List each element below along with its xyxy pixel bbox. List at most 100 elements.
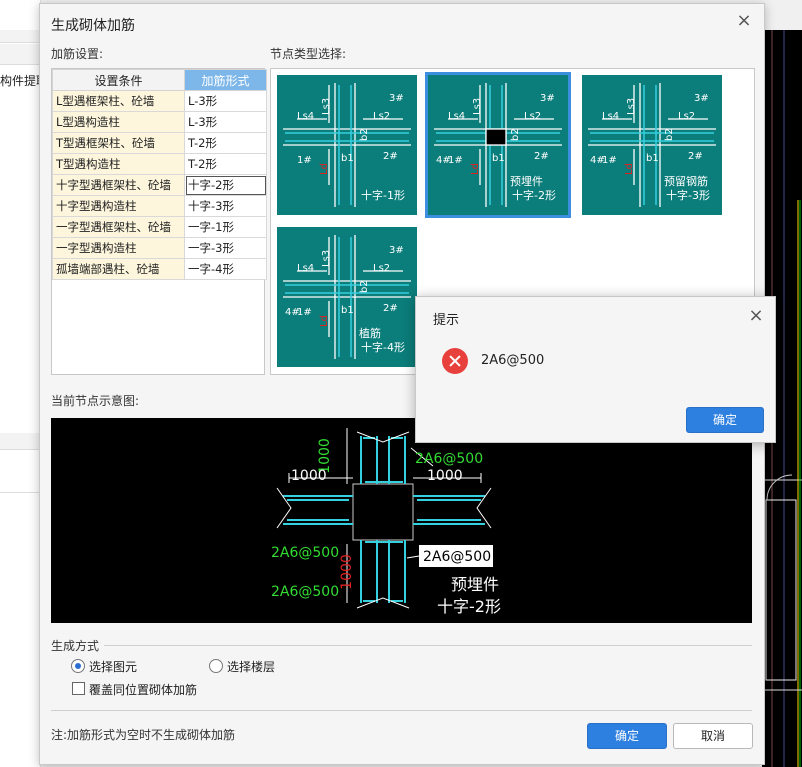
- reinforcement-settings-label: 加筋设置:: [51, 47, 104, 61]
- cancel-button[interactable]: 取消: [673, 723, 753, 749]
- ok-button[interactable]: 确定: [587, 723, 667, 749]
- node-type-label: 节点类型选择:: [270, 47, 347, 61]
- tile-dim-ls3: Ls3: [626, 98, 637, 115]
- table-row[interactable]: 孤墙端部遇柱、砼墙 一字-4形: [52, 258, 267, 280]
- node-tile-cross-1[interactable]: Ls4 Ls2 Ls3 b1 b2 Ld 1# 2# 3# 十字-1形: [277, 75, 417, 215]
- tile-dim-ls2: Ls2: [678, 111, 695, 122]
- footer-divider: [51, 710, 752, 711]
- node-tile-cross-4[interactable]: Ls4 Ls2 Ls3 b1 b2 Ld 1# 2# 3# 4# 植筋 十字-4形: [277, 227, 417, 367]
- tile-name: 十字-4形: [361, 340, 405, 354]
- condition-cell: L型遇框架柱、砼墙: [52, 90, 185, 112]
- node-tile-cross-2-selected[interactable]: Ls4 Ls2 Ls3 b1 b2 Ld 1# 2# 3# 4# 预埋件 十字-2形: [428, 75, 568, 215]
- tile-dim-b1: b1: [492, 153, 505, 164]
- dialog-close-icon[interactable]: ×: [736, 12, 752, 30]
- footer-note: 注:加筋形式为空时不生成砌体加筋: [51, 728, 236, 742]
- form-cell[interactable]: T-2形: [184, 153, 267, 175]
- table-row[interactable]: 一字型遇框架柱、砼墙 一字-1形: [52, 216, 267, 238]
- tile-dim-ld: Ld: [319, 163, 330, 175]
- tile-dim-b1: b1: [646, 153, 659, 164]
- form-cell[interactable]: 一字-1形: [184, 216, 267, 238]
- table-header-row: 设置条件 加筋形式: [52, 69, 267, 91]
- preview-rebar-left: 2A6@500: [271, 545, 339, 561]
- error-icon: [442, 348, 468, 374]
- message-box-close-icon[interactable]: ×: [748, 307, 764, 325]
- node-tile-cross-3[interactable]: Ls4 Ls2 Ls3 b1 b2 Ld 1# 2# 3# 4# 预留钢筋 十字-3形: [582, 75, 722, 215]
- background-left-panel: 构件提取: [0, 0, 48, 767]
- tile-rebar-label: 4#: [285, 307, 300, 318]
- form-cell[interactable]: L-3形: [184, 111, 267, 133]
- tile-dim-ls2: Ls2: [373, 263, 390, 274]
- current-node-label: 当前节点示意图:: [51, 394, 140, 408]
- condition-cell: 十字型遇框架柱、砼墙: [52, 174, 185, 196]
- radio-select-floors[interactable]: [209, 659, 223, 673]
- tile-dim-b2: b2: [510, 128, 521, 141]
- background-strip: [0, 433, 40, 450]
- node-tile-diagram: Ls4 Ls2Ls3b1b2Ld1# 2#3#4#预埋件十字-2形: [434, 83, 562, 207]
- tile-rebar-label: 2#: [383, 151, 398, 162]
- preview-caption-type: 十字-2形: [437, 597, 501, 616]
- background-strip: [0, 44, 40, 65]
- node-tile-diagram: Ls4 Ls2Ls3b1b2Ld1# 2#3#4#植筋十字-4形: [283, 235, 411, 359]
- form-cell[interactable]: T-2形: [184, 132, 267, 154]
- form-cell[interactable]: 十字-3形: [184, 195, 267, 217]
- node-tile-diagram: Ls4 Ls2 Ls3 b1 b2 Ld 1# 2# 3# 十字-1形: [283, 83, 411, 207]
- table-row[interactable]: T型遇构造柱 T-2形: [52, 153, 267, 175]
- tile-rebar-label: 2#: [688, 151, 703, 162]
- background-strip: [0, 30, 40, 43]
- table-row[interactable]: L型遇构造柱 L-3形: [52, 111, 267, 133]
- overwrite-checkbox[interactable]: [72, 682, 85, 695]
- generation-method-label: 生成方式: [51, 639, 100, 653]
- condition-cell: 孤墙端部遇柱、砼墙: [52, 258, 185, 280]
- node-preview-diagram: 1000 1000 1000 1000 2A6@500 2A6@500 2A6@…: [51, 418, 752, 623]
- preview-dim-left: 1000: [291, 468, 327, 484]
- header-form: 加筋形式: [184, 69, 267, 91]
- background-toolbar: [762, 0, 802, 30]
- tile-dim-ld: Ld: [624, 163, 635, 175]
- tile-note: 预留钢筋: [664, 174, 708, 188]
- tile-rebar-label: 2#: [383, 303, 398, 314]
- tile-dim-b1: b1: [341, 153, 354, 164]
- table-row-selected[interactable]: 十字型遇框架柱、砼墙 十字-2形: [52, 174, 267, 196]
- radio-select-elements[interactable]: [71, 659, 85, 673]
- condition-cell: 一字型遇构造柱: [52, 237, 185, 259]
- form-cell[interactable]: 一字-4形: [184, 258, 267, 280]
- tile-rebar-label: 4#: [436, 155, 451, 166]
- tile-rebar-label: 1#: [297, 155, 312, 166]
- tile-name: 十字-3形: [666, 188, 710, 202]
- tile-dim-b2: b2: [359, 128, 370, 141]
- preview-dim-bottom: 1000: [339, 554, 355, 590]
- condition-cell: T型遇构造柱: [52, 153, 185, 175]
- dialog-title: 生成砌体加筋: [51, 18, 135, 34]
- preview-rebar-bottom: 2A6@500: [271, 584, 339, 600]
- tile-dim-ls4: Ls4: [297, 111, 314, 122]
- table-row[interactable]: T型遇框架柱、砼墙 T-2形: [52, 132, 267, 154]
- message-box-ok-button[interactable]: 确定: [686, 407, 764, 433]
- message-box: 提示 × 2A6@500 确定: [415, 296, 776, 443]
- condition-cell: 十字型遇构造柱: [52, 195, 185, 217]
- form-cell-selected[interactable]: 十字-2形: [184, 174, 267, 196]
- tile-rebar-label: 3#: [389, 93, 404, 104]
- tile-rebar-label: 3#: [694, 93, 709, 104]
- tile-note: 植筋: [359, 326, 381, 340]
- tile-dim-ld: Ld: [319, 315, 330, 327]
- form-cell[interactable]: L-3形: [184, 90, 267, 112]
- radio-select-floors-label[interactable]: 选择楼层: [227, 658, 275, 675]
- preview-rebar-highlight: 2A6@500: [423, 549, 491, 565]
- table-row[interactable]: 一字型遇构造柱 一字-3形: [52, 237, 267, 259]
- form-cell[interactable]: 一字-3形: [184, 237, 267, 259]
- preview-rebar-top: 2A6@500: [415, 451, 483, 467]
- background-strip: [0, 470, 40, 493]
- tile-dim-ls3: Ls3: [321, 250, 332, 267]
- table-row[interactable]: L型遇框架柱、砼墙 L-3形: [52, 90, 267, 112]
- preview-dim-right: 1000: [427, 468, 463, 484]
- tile-note: 预埋件: [510, 175, 543, 188]
- tile-dim-ls4: Ls4: [297, 263, 314, 274]
- table-row[interactable]: 十字型遇构造柱 十字-3形: [52, 195, 267, 217]
- condition-cell: L型遇构造柱: [52, 111, 185, 133]
- preview-caption-embed: 预埋件: [451, 575, 499, 594]
- tile-rebar-label: 3#: [389, 245, 404, 256]
- tile-dim-ls2: Ls2: [373, 111, 390, 122]
- overwrite-checkbox-label[interactable]: 覆盖同位置砌体加筋: [89, 681, 197, 698]
- radio-select-elements-label[interactable]: 选择图元: [89, 658, 137, 675]
- node-tile-diagram: Ls4 Ls2Ls3b1b2Ld1# 2#3#4#预留钢筋十字-3形: [588, 83, 716, 207]
